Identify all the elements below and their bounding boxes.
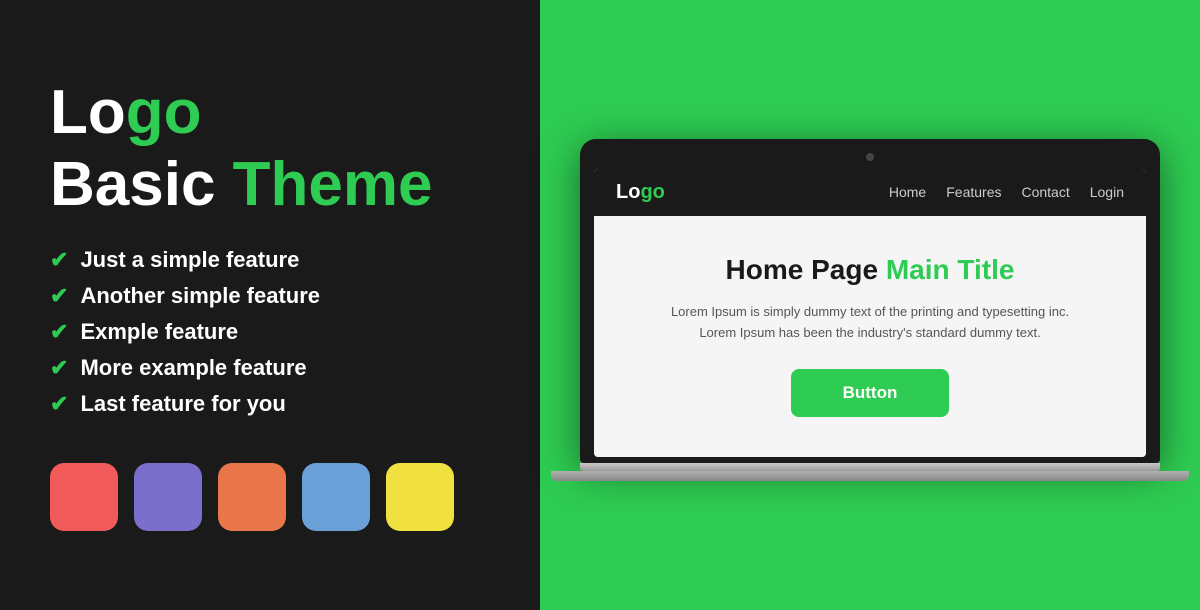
laptop-screen: Logo Home Features Contact Login Home Pa… [594,169,1146,458]
swatch-blue[interactable] [302,463,370,531]
check-icon: ✔ [50,247,68,273]
hero-title-part2: Main Title [886,254,1015,285]
swatch-purple[interactable] [134,463,202,531]
laptop-camera [866,153,874,161]
subtitle-part2: Theme [233,150,433,219]
color-swatches [50,463,490,531]
laptop-navbar: Logo Home Features Contact Login [594,169,1146,216]
feature-label: Another simple feature [80,283,320,309]
swatch-yellow[interactable] [386,463,454,531]
check-icon: ✔ [50,391,68,417]
logo-heading: Logo [50,79,490,147]
laptop-mockup: Logo Home Features Contact Login Home Pa… [580,139,1160,482]
subtitle-part1: Basic [50,150,233,219]
check-icon: ✔ [50,319,68,345]
logo-part1: Lo [50,78,126,147]
laptop-foot [551,471,1189,481]
list-item: ✔ Just a simple feature [50,247,490,273]
laptop-hinge [580,463,1160,471]
nav-item-login[interactable]: Login [1090,184,1124,200]
list-item: ✔ Exmple feature [50,319,490,345]
hero-title-part1: Home Page [726,254,886,285]
left-panel: Logo Basic Theme ✔ Just a simple feature… [0,0,540,610]
feature-label: Last feature for you [80,391,285,417]
features-list: ✔ Just a simple feature ✔ Another simple… [50,247,490,427]
swatch-red[interactable] [50,463,118,531]
subtitle-heading: Basic Theme [50,151,490,219]
nav-item-home[interactable]: Home [889,184,926,200]
navbar-logo-part1: Lo [616,181,640,203]
laptop-base [580,463,1160,481]
check-icon: ✔ [50,355,68,381]
right-panel: Logo Home Features Contact Login Home Pa… [540,0,1200,610]
feature-label: More example feature [80,355,306,381]
nav-item-features[interactable]: Features [946,184,1001,200]
list-item: ✔ More example feature [50,355,490,381]
hero-button[interactable]: Button [791,369,950,417]
list-item: ✔ Another simple feature [50,283,490,309]
laptop-hero: Home Page Main Title Lorem Ipsum is simp… [594,216,1146,458]
laptop-screen-outer: Logo Home Features Contact Login Home Pa… [580,139,1160,464]
feature-label: Exmple feature [80,319,238,345]
nav-item-contact[interactable]: Contact [1021,184,1069,200]
swatch-orange[interactable] [218,463,286,531]
logo-part2: go [126,78,202,147]
navbar-logo: Logo [616,181,665,204]
list-item: ✔ Last feature for you [50,391,490,417]
navbar-logo-part2: go [640,181,664,203]
check-icon: ✔ [50,283,68,309]
navbar-links: Home Features Contact Login [889,184,1124,200]
hero-title: Home Page Main Title [624,254,1116,286]
hero-body: Lorem Ipsum is simply dummy text of the … [660,302,1080,344]
feature-label: Just a simple feature [80,247,299,273]
